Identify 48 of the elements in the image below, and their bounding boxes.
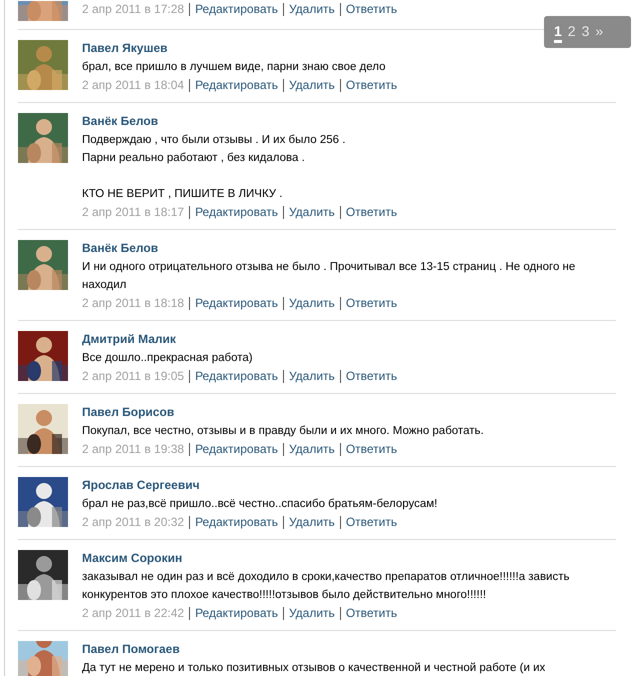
comment-date: 2 апр 2011 в 19:38 <box>82 441 184 458</box>
author-name[interactable]: Павел Борисов <box>82 402 174 422</box>
comment-action-link[interactable]: Удалить <box>288 76 335 94</box>
comment-action-link[interactable]: Редактировать <box>195 367 278 385</box>
comment-text: Все дошло..прекрасная работа) <box>82 351 254 366</box>
comment-action-link[interactable]: Ответить <box>346 513 398 531</box>
author-name[interactable]: Дмитрий Малик <box>82 329 176 349</box>
comment-action-link[interactable]: Редактировать <box>195 0 278 18</box>
comment-action-link[interactable]: Удалить <box>288 604 335 622</box>
comment-action-link[interactable]: Редактировать <box>195 440 278 458</box>
comment-date: 2 апр 2011 в 18:04 <box>82 77 184 94</box>
author-name[interactable]: Павел Помогаев <box>82 639 180 659</box>
comment-action-link[interactable]: Удалить <box>288 367 335 385</box>
author-name[interactable]: Ванёк Белов <box>82 111 158 131</box>
comment-action-link[interactable]: Удалить <box>288 513 335 531</box>
comment-date: 2 апр 2011 в 20:32 <box>82 514 184 531</box>
comment-action-link[interactable]: Ответить <box>346 604 398 622</box>
comment-text: брал, все пришло в лучшем виде, парни знаю свое дело <box>82 60 387 75</box>
comment-text: брал не раз,всё пришло..всё честно..спасибо братьям-белорусам! <box>82 497 438 512</box>
comment-action-link[interactable]: Ответить <box>346 294 398 312</box>
comment-date: 2 апр 2011 в 17:28 <box>82 1 184 18</box>
comment-action-link[interactable]: Удалить <box>288 294 335 312</box>
comment-text: И ни одного отрицательного отзыва не было . Прочитывал все 13-15 страниц . Не одного не находил <box>82 260 576 293</box>
comment-date: 2 апр 2011 в 18:18 <box>82 295 184 312</box>
comment-text: Да тут не мерено и только позитивных отзывов о качественной и честной работе (и их <box>82 661 546 676</box>
comment-date: 2 апр 2011 в 19:05 <box>82 368 184 385</box>
comment-date: 2 апр 2011 в 18:17 <box>82 204 184 221</box>
comment-action-link[interactable]: Редактировать <box>195 604 278 622</box>
comment-action-link[interactable]: Редактировать <box>195 294 278 312</box>
comment-action-link[interactable]: Редактировать <box>195 76 278 94</box>
comment-action-link[interactable]: Удалить <box>288 203 335 221</box>
comment-action-link[interactable]: Ответить <box>346 76 398 94</box>
author-name[interactable]: Ярослав Сергеевич <box>82 475 200 495</box>
comment-text: Подверждаю , что были отзывы . И их было 256 . Парни реально работают , без кидалова . КТО НЕ ВЕРИТ , ПИШИТЕ В ЛИЧКУ . <box>82 133 346 202</box>
comment-action-link[interactable]: Ответить <box>346 367 398 385</box>
comment-action-link[interactable]: Ответить <box>346 0 398 18</box>
comment-action-link[interactable]: Редактировать <box>195 513 278 531</box>
comment-action-link[interactable]: Удалить <box>288 440 335 458</box>
comment-action-link[interactable]: Ответить <box>346 440 398 458</box>
comment-action-link[interactable]: Ответить <box>346 203 398 221</box>
comment-date: 2 апр 2011 в 22:42 <box>82 605 184 622</box>
author-name[interactable]: Максим Сорокин <box>82 548 182 568</box>
comment-text: заказывал не один раз и всё доходило в сроки,качество препаратов отличное!!!!!!а зависть конкурентов это плохое качество!!!!!отзывов было действительно много!!!!!! <box>82 570 570 603</box>
author-name[interactable]: Ванёк Белов <box>82 238 158 258</box>
comment-action-link[interactable]: Удалить <box>288 0 335 18</box>
comment-action-link[interactable]: Редактировать <box>195 203 278 221</box>
comment-text: Покупал, все честно, отзывы и в правду были и их много. Можно работать. <box>82 424 485 439</box>
author-name[interactable]: Павел Якушев <box>82 38 168 58</box>
